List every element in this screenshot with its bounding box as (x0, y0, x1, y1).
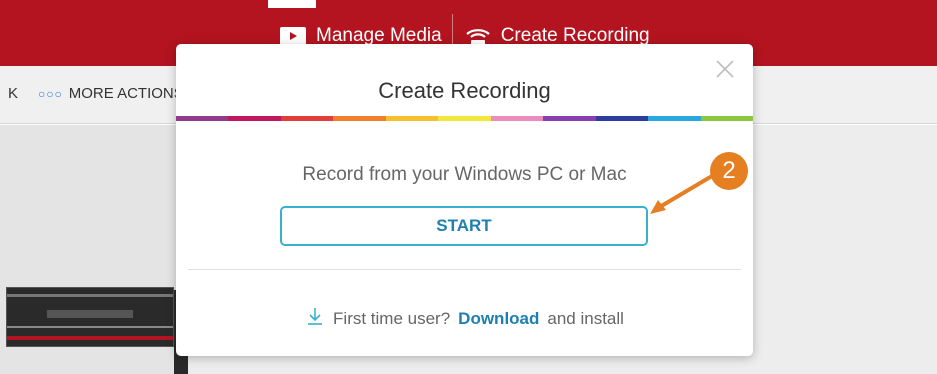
dialog-divider (188, 269, 741, 270)
thumbnail-bar (7, 336, 173, 340)
ellipsis-dots-icon: ○○○ (38, 86, 63, 101)
rainbow-stripe (176, 116, 753, 121)
stripe-segment (438, 116, 491, 121)
stripe-segment (333, 116, 386, 121)
annotation-arrow (650, 174, 714, 214)
stripe-segment (280, 116, 334, 121)
stripe-segment (595, 116, 649, 121)
thumbnail-bar (7, 294, 173, 297)
stripe-segment (700, 116, 753, 121)
download-arrow-icon (305, 306, 325, 331)
footer-prefix: First time user? (333, 308, 451, 328)
stripe-segment (543, 116, 596, 121)
dialog-footer: First time user? Download and install (176, 306, 753, 331)
more-actions-button[interactable]: ○○○ MORE ACTIONS (38, 85, 184, 102)
start-button[interactable]: START (280, 206, 648, 246)
stripe-segment (490, 116, 544, 121)
stripe-segment (385, 116, 439, 121)
thumbnail-bar (7, 326, 173, 328)
footer-suffix: and install (547, 308, 624, 328)
close-icon[interactable] (714, 58, 736, 80)
thumbnail-bar (47, 310, 133, 318)
step-number-badge: 2 (710, 152, 748, 190)
stripe-segment (176, 116, 229, 121)
stripe-segment (648, 116, 701, 121)
download-link[interactable]: Download (458, 309, 539, 329)
dialog-title: Create Recording (378, 78, 551, 103)
top-peek-element (268, 0, 316, 8)
more-actions-label: MORE ACTIONS (68, 85, 184, 102)
stripe-segment (228, 116, 281, 121)
toolbar-item-fragment[interactable]: K (8, 85, 18, 102)
video-thumbnail[interactable] (6, 287, 174, 347)
